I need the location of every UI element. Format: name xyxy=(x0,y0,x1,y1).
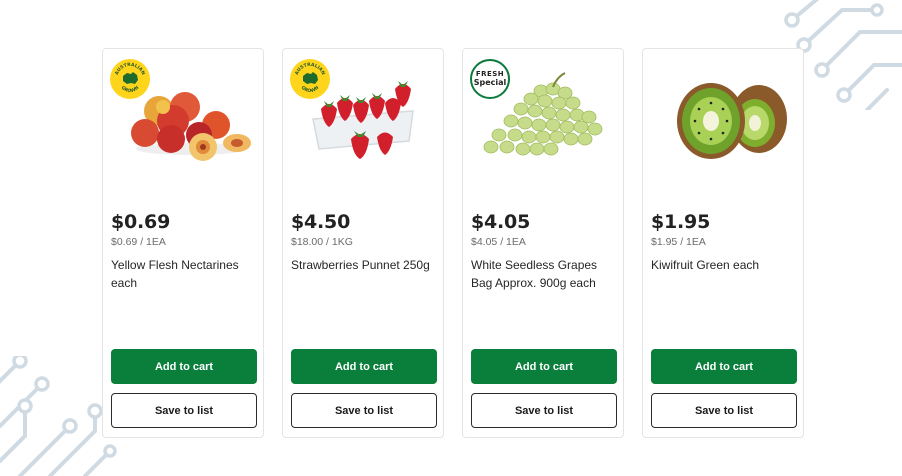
save-to-list-button[interactable]: Save to list xyxy=(651,393,797,428)
unit-price: $4.05 / 1EA xyxy=(471,236,526,248)
product-card: AUSTRALIAN GROWN $0.69 $0.69 / 1EA Yello… xyxy=(102,48,264,438)
badge-bottom-text: GROWN xyxy=(300,85,321,94)
product-name[interactable]: Yellow Flesh Nectarines each xyxy=(111,257,257,292)
product-price: $4.05 xyxy=(471,211,531,233)
badge-line-2: Special xyxy=(473,78,507,87)
product-price: $1.95 xyxy=(651,211,711,233)
svg-text:GROWN: GROWN xyxy=(300,85,321,94)
product-price: $4.50 xyxy=(291,211,351,233)
add-to-cart-button[interactable]: Add to cart xyxy=(651,349,797,384)
add-to-cart-button[interactable]: Add to cart xyxy=(111,349,257,384)
product-price: $0.69 xyxy=(111,211,171,233)
unit-price: $18.00 / 1KG xyxy=(291,236,353,248)
fresh-special-badge: FRESH Special xyxy=(470,59,510,99)
product-name[interactable]: Kiwifruit Green each xyxy=(651,257,797,275)
save-to-list-button[interactable]: Save to list xyxy=(471,393,617,428)
svg-text:GROWN: GROWN xyxy=(120,85,141,94)
kiwifruit-image[interactable] xyxy=(651,59,797,169)
add-to-cart-button[interactable]: Add to cart xyxy=(471,349,617,384)
product-card: FRESH Special $4.05 $4.05 / 1EA White Se… xyxy=(462,48,624,438)
save-to-list-button[interactable]: Save to list xyxy=(111,393,257,428)
product-card: $1.95 $1.95 / 1EA Kiwifruit Green each A… xyxy=(642,48,804,438)
unit-price: $0.69 / 1EA xyxy=(111,236,166,248)
australian-grown-badge: AUSTRALIAN GROWN xyxy=(110,59,150,99)
product-card: AUSTRALIAN GROWN $4.50 $18.00 / 1KG Stra… xyxy=(282,48,444,438)
add-to-cart-button[interactable]: Add to cart xyxy=(291,349,437,384)
save-to-list-button[interactable]: Save to list xyxy=(291,393,437,428)
product-name[interactable]: Strawberries Punnet 250g xyxy=(291,257,437,275)
product-name[interactable]: White Seedless Grapes Bag Approx. 900g e… xyxy=(471,257,617,292)
badge-bottom-text: GROWN xyxy=(120,85,141,94)
unit-price: $1.95 / 1EA xyxy=(651,236,706,248)
badge-line-1: FRESH xyxy=(475,70,505,78)
australian-grown-badge: AUSTRALIAN GROWN xyxy=(290,59,330,99)
